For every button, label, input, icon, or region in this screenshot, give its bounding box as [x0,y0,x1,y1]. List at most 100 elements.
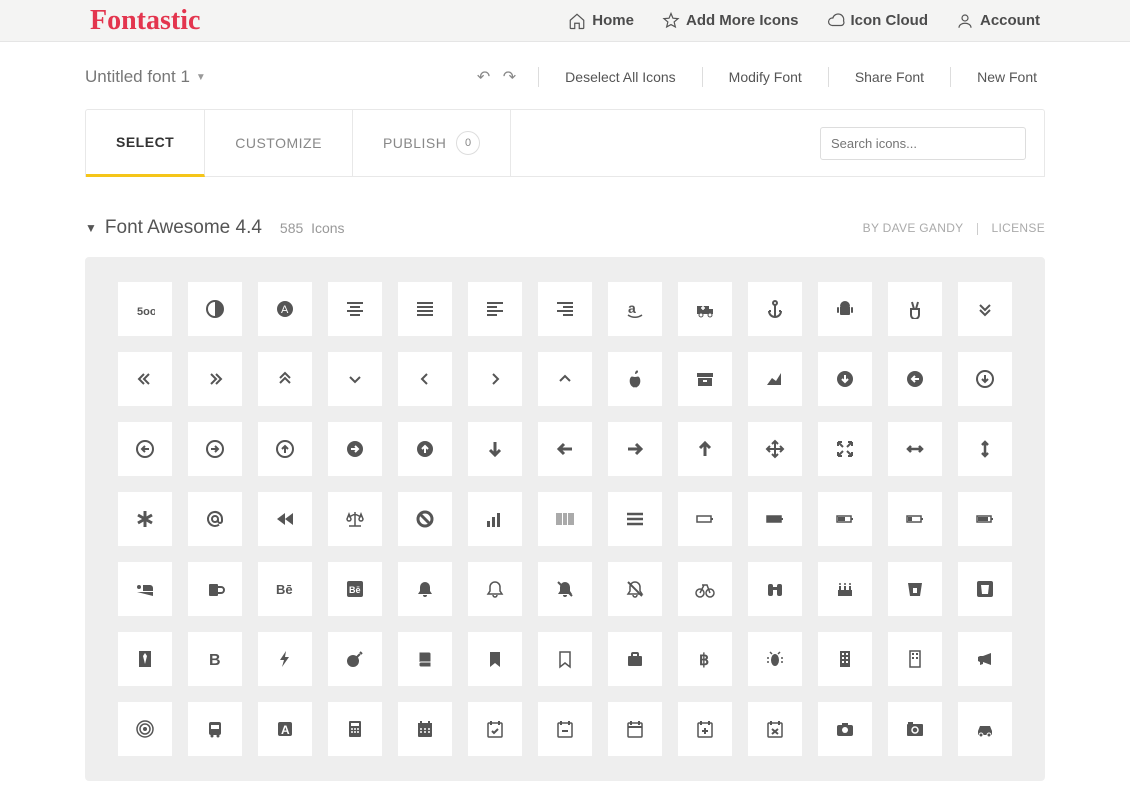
android-icon[interactable] [818,282,872,336]
building-o-icon[interactable] [888,632,942,686]
nav-icon-cloud[interactable]: Icon Cloud [827,12,929,30]
asterisk-icon[interactable] [118,492,172,546]
nav-add-icons[interactable]: Add More Icons [662,12,799,30]
black-tie-icon[interactable] [118,632,172,686]
camera-retro-icon[interactable] [888,702,942,756]
at-icon[interactable] [188,492,242,546]
bookmark-o-icon[interactable] [538,632,592,686]
search-input[interactable] [820,127,1026,160]
amazon-icon[interactable]: a [608,282,662,336]
angle-double-right-icon[interactable] [188,352,242,406]
calculator-icon[interactable] [328,702,382,756]
font-name-selector[interactable]: Untitled font 1 ▼ [85,67,206,87]
ambulance-icon[interactable] [678,282,732,336]
angle-left-icon[interactable] [398,352,452,406]
arrow-right-icon[interactable] [608,422,662,476]
angle-down-icon[interactable] [328,352,382,406]
arrow-circle-up-icon[interactable] [398,422,452,476]
arrow-left-icon[interactable] [538,422,592,476]
battery-half-icon[interactable] [818,492,872,546]
arrow-down-icon[interactable] [468,422,522,476]
battery-three-quarters-icon[interactable] [958,492,1012,546]
buysellads-icon[interactable]: A [258,702,312,756]
bicycle-icon[interactable] [678,562,732,616]
barcode-icon[interactable] [538,492,592,546]
bolt-icon[interactable] [258,632,312,686]
tab-select[interactable]: SELECT [86,110,205,177]
brand-logo[interactable]: Fontastic [90,5,200,37]
redo-icon[interactable]: ↷ [503,69,520,86]
camera-icon[interactable] [818,702,872,756]
book-icon[interactable] [398,632,452,686]
area-chart-icon[interactable] [748,352,802,406]
briefcase-icon[interactable] [608,632,662,686]
bell-o-icon[interactable] [468,562,522,616]
undo-redo[interactable]: ↶ ↷ [477,67,520,87]
car-icon[interactable] [958,702,1012,756]
bold-icon[interactable]: B [188,632,242,686]
share-font-link[interactable]: Share Font [847,69,932,85]
500px-icon[interactable]: 5oo [118,282,172,336]
arrow-circle-right-icon[interactable] [328,422,382,476]
bed-icon[interactable] [118,562,172,616]
backward-icon[interactable] [258,492,312,546]
bus-icon[interactable] [188,702,242,756]
apple-icon[interactable] [608,352,662,406]
angle-double-up-icon[interactable] [258,352,312,406]
iconset-author[interactable]: BY DAVE GANDY [863,221,964,235]
bar-chart-icon[interactable] [468,492,522,546]
align-justify-icon[interactable] [398,282,452,336]
behance-square-icon[interactable]: Bē [328,562,382,616]
arrow-up-icon[interactable] [678,422,732,476]
arrows-icon[interactable] [748,422,802,476]
bars-icon[interactable] [608,492,662,546]
arrows-h-icon[interactable] [888,422,942,476]
arrow-circle-left-icon[interactable] [888,352,942,406]
bomb-icon[interactable] [328,632,382,686]
bell-icon[interactable] [398,562,452,616]
bitbucket-icon[interactable] [888,562,942,616]
binoculars-icon[interactable] [748,562,802,616]
angle-double-left-icon[interactable] [118,352,172,406]
adn-icon[interactable]: A [258,282,312,336]
iconset-license-link[interactable]: LICENSE [992,221,1045,235]
undo-icon[interactable]: ↶ [477,69,494,86]
angle-right-icon[interactable] [468,352,522,406]
ban-icon[interactable] [398,492,452,546]
beer-icon[interactable] [188,562,242,616]
calendar-check-o-icon[interactable] [468,702,522,756]
tab-customize[interactable]: CUSTOMIZE [205,110,353,176]
align-right-icon[interactable] [538,282,592,336]
nav-home[interactable]: Home [568,12,634,30]
calendar-plus-o-icon[interactable] [678,702,732,756]
iconset-title[interactable]: ▼ Font Awesome 4.4 585 Icons [85,217,345,239]
building-icon[interactable] [818,632,872,686]
arrow-circle-o-down-icon[interactable] [958,352,1012,406]
arrow-circle-down-icon[interactable] [818,352,872,406]
angle-up-icon[interactable] [538,352,592,406]
battery-empty-icon[interactable] [678,492,732,546]
modify-font-link[interactable]: Modify Font [721,69,810,85]
anchor-icon[interactable] [748,282,802,336]
arrow-circle-o-right-icon[interactable] [188,422,242,476]
calendar-o-icon[interactable] [608,702,662,756]
bell-slash-o-icon[interactable] [608,562,662,616]
battery-quarter-icon[interactable] [888,492,942,546]
btc-icon[interactable]: ฿ [678,632,732,686]
align-center-icon[interactable] [328,282,382,336]
bitbucket-square-icon[interactable] [958,562,1012,616]
new-font-link[interactable]: New Font [969,69,1045,85]
arrow-circle-o-left-icon[interactable] [118,422,172,476]
deselect-all-link[interactable]: Deselect All Icons [557,69,684,85]
bullseye-icon[interactable] [118,702,172,756]
behance-icon[interactable]: Bē [258,562,312,616]
battery-full-icon[interactable] [748,492,802,546]
archive-icon[interactable] [678,352,732,406]
arrow-circle-o-up-icon[interactable] [258,422,312,476]
adjust-icon[interactable] [188,282,242,336]
bullhorn-icon[interactable] [958,632,1012,686]
calendar-times-o-icon[interactable] [748,702,802,756]
balance-scale-icon[interactable] [328,492,382,546]
birthday-cake-icon[interactable] [818,562,872,616]
bell-slash-icon[interactable] [538,562,592,616]
